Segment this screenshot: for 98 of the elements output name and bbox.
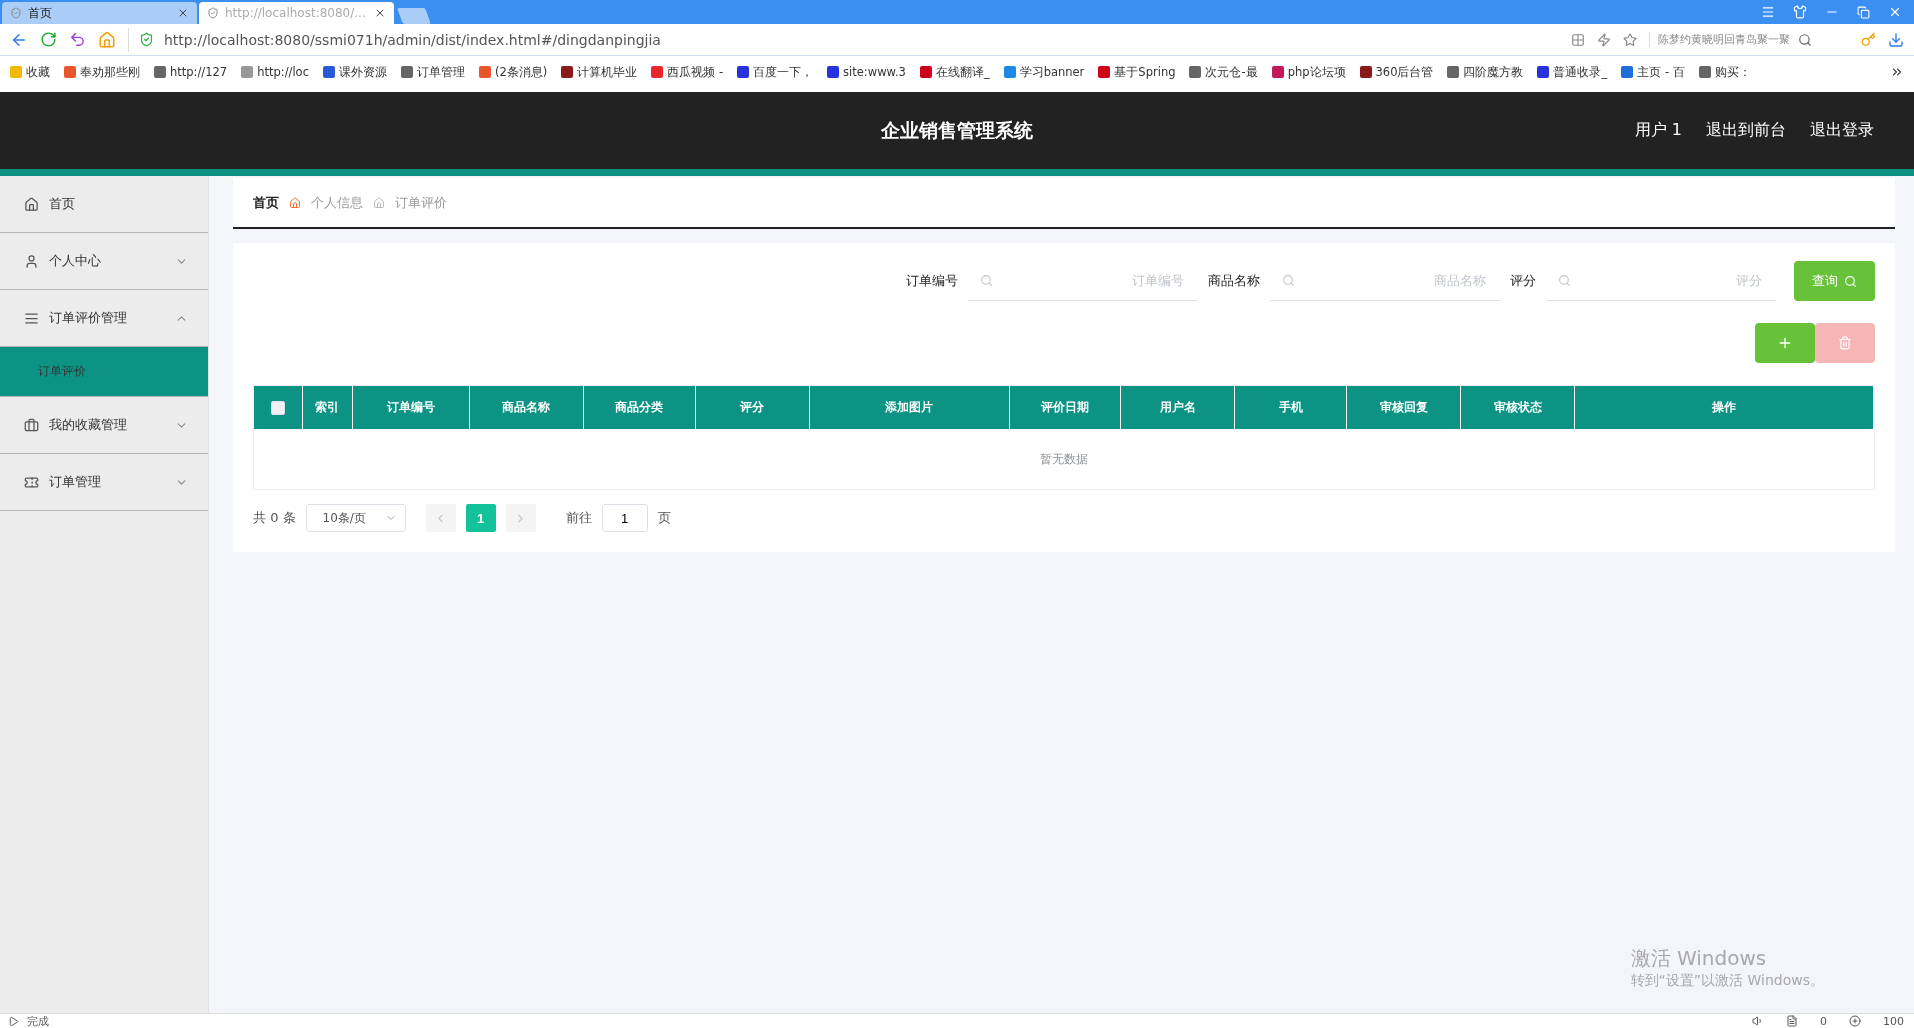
zoom-level[interactable]: 100	[1883, 1014, 1904, 1028]
column-header: 评价日期	[1009, 386, 1122, 429]
bookmark-link[interactable]: 学习banner	[1003, 64, 1085, 80]
total-count: 共 0 条	[253, 509, 296, 527]
bookmark-link[interactable]: 收藏	[10, 64, 50, 80]
bookmark-link[interactable]: 西瓜视频 -	[651, 64, 724, 80]
column-header: 审核状态	[1461, 386, 1576, 429]
menu-icon[interactable]	[1761, 5, 1775, 19]
bookmark-link[interactable]: 次元仓-最	[1189, 64, 1258, 80]
search-box[interactable]: 陈梦约黄晓明回青岛聚一聚	[1649, 32, 1849, 47]
key-icon[interactable]	[1861, 32, 1876, 47]
bookmark-link[interactable]: 在线翻译_	[919, 64, 990, 80]
filter-label: 订单编号	[906, 272, 958, 290]
bookmark-link[interactable]: 购买：	[1698, 64, 1751, 80]
close-icon[interactable]	[177, 7, 189, 19]
column-header: 手机	[1235, 386, 1348, 429]
bookmark-link[interactable]: php论坛项	[1271, 64, 1346, 80]
lightning-icon[interactable]	[1597, 32, 1611, 47]
browser-tab[interactable]: 首页	[2, 2, 197, 24]
header-link[interactable]: 退出登录	[1810, 120, 1874, 141]
ad-count: 0	[1820, 1014, 1827, 1028]
shield-icon	[139, 32, 154, 47]
play-icon[interactable]	[8, 1015, 19, 1027]
column-header: 商品名称	[469, 386, 584, 429]
bookmark-link[interactable]: 四阶魔方教	[1447, 64, 1524, 80]
bookmark-link[interactable]: 奉劝那些刚	[64, 64, 140, 80]
home-icon[interactable]	[98, 30, 116, 49]
download-icon[interactable]	[1888, 31, 1904, 48]
bookmark-link[interactable]: 课外资源	[323, 64, 387, 80]
shield-icon	[207, 7, 219, 19]
search-icon	[980, 274, 993, 287]
home-icon	[24, 196, 39, 212]
shield-icon	[10, 7, 22, 19]
breadcrumb-item[interactable]: 首页	[253, 193, 279, 212]
breadcrumb-icon	[373, 196, 385, 209]
search-field[interactable]: 评分	[1579, 272, 1764, 289]
filter-label: 评分	[1510, 272, 1536, 290]
status-text: 完成	[27, 1013, 49, 1028]
column-header: 索引	[302, 386, 353, 429]
volume-icon[interactable]	[1752, 1015, 1764, 1027]
more-icon[interactable]	[1890, 65, 1904, 79]
goto-label: 前往	[565, 509, 592, 527]
activation-title: 激活 Windows	[1630, 945, 1768, 972]
briefcase-icon	[24, 417, 39, 433]
sidebar-item[interactable]: 我的收藏管理	[0, 397, 208, 454]
page-input[interactable]: 1	[601, 504, 648, 532]
bookmark-link[interactable]: 普通收录_	[1537, 64, 1608, 80]
breadcrumb-icon	[289, 196, 301, 209]
search-field[interactable]: 商品名称	[1303, 272, 1488, 289]
sidebar-item[interactable]: 首页	[0, 176, 208, 233]
reload-icon[interactable]	[40, 31, 57, 48]
bookmark-link[interactable]: 360后台管	[1359, 64, 1434, 80]
sidebar-item[interactable]: 订单管理	[0, 454, 208, 511]
restore-icon[interactable]	[1857, 5, 1870, 19]
column-header: 操作	[1575, 386, 1874, 429]
bookmark-link[interactable]: 基于Spring	[1098, 64, 1176, 80]
filter-label: 商品名称	[1208, 272, 1260, 290]
bookmark-link[interactable]: 百度一下，	[737, 64, 814, 80]
search-field[interactable]: 订单编号	[1001, 272, 1186, 289]
column-header: 订单编号	[352, 386, 470, 429]
header-link[interactable]: 退出到前台	[1706, 120, 1786, 141]
bookmark-link[interactable]: 计算机毕业	[561, 64, 638, 80]
user-icon	[24, 253, 39, 269]
bookmark-link[interactable]: site:www.3	[827, 65, 906, 79]
header-link[interactable]: 用户 1	[1634, 120, 1682, 141]
column-header: 添加图片	[809, 386, 1010, 429]
search-icon[interactable]	[1798, 32, 1812, 47]
checkbox[interactable]	[271, 400, 285, 415]
column-header: 用户名	[1121, 386, 1236, 429]
address-bar[interactable]: http://localhost:8080/ssmi071h/admin/dist/index.html#/dingdanpingjia	[128, 27, 1637, 52]
bookmark-link[interactable]: http://loc	[241, 65, 309, 79]
app-title: 企业销售管理系统	[881, 117, 1033, 143]
page-size-select[interactable]: 10条/页	[305, 504, 406, 532]
zoom-icon[interactable]	[1849, 1015, 1861, 1027]
grid-icon[interactable]	[1571, 32, 1585, 47]
column-header: 商品分类	[583, 386, 696, 429]
empty-text: 暂无数据	[1040, 450, 1088, 468]
page-suffix: 页	[657, 509, 671, 527]
bookmark-link[interactable]: http://127	[154, 65, 228, 79]
undo-icon[interactable]	[69, 31, 86, 48]
new-tab-button[interactable]	[397, 8, 431, 24]
search-icon	[1558, 274, 1571, 287]
search-icon	[1282, 274, 1295, 287]
sidebar-item[interactable]: 个人中心	[0, 233, 208, 290]
close-icon[interactable]	[374, 7, 386, 19]
column-header: 评分	[695, 386, 810, 429]
star-icon[interactable]	[1623, 32, 1637, 47]
bookmark-link[interactable]: 主页 - 百	[1621, 64, 1685, 80]
column-header: 审核回复	[1347, 386, 1462, 429]
shirt-icon[interactable]	[1793, 5, 1807, 19]
search-icon	[1844, 274, 1857, 288]
menu-icon	[24, 310, 39, 326]
bookmark-link[interactable]: (2条消息)	[479, 64, 548, 80]
plus-icon	[1777, 335, 1793, 351]
ticket-icon	[24, 474, 39, 490]
bookmark-link[interactable]: 订单管理	[401, 64, 465, 80]
activation-text: 转到“设置”以激活 Windows。	[1630, 972, 1824, 990]
trash-icon	[1838, 336, 1852, 350]
